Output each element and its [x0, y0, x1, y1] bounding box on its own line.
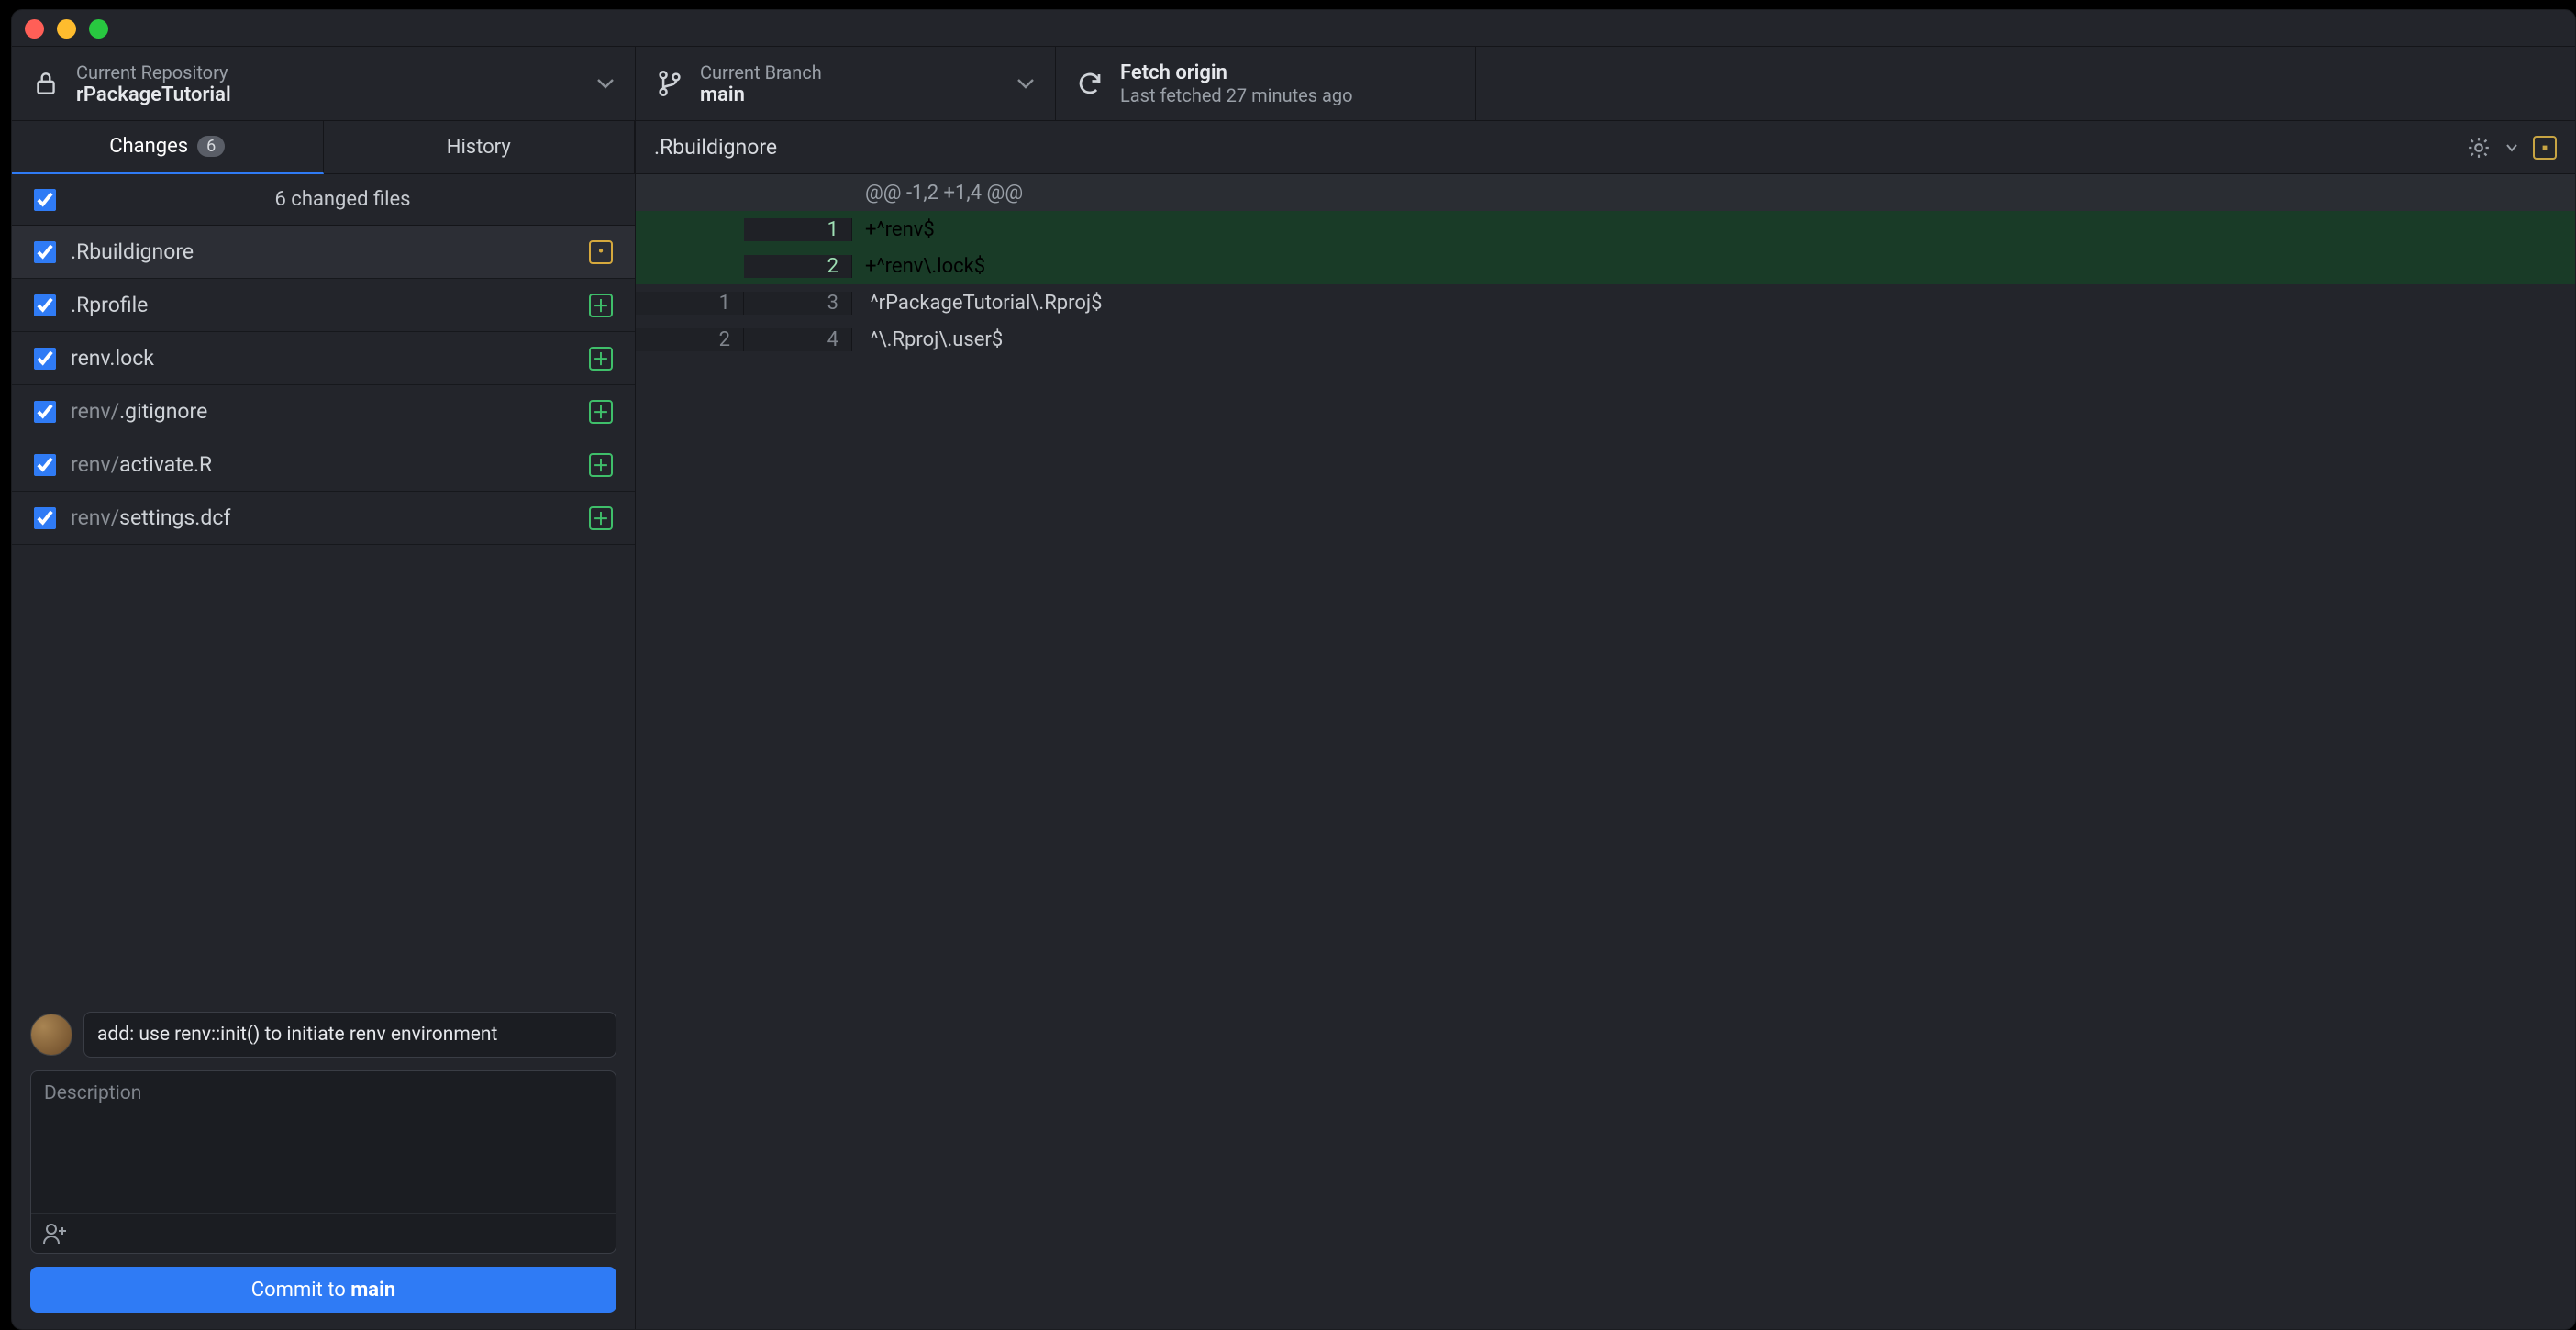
modified-icon: •	[589, 240, 613, 264]
diff-code: ^\.Rproj\.user$	[852, 328, 2575, 351]
repo-label: Current Repository	[76, 61, 231, 83]
new-line-number: 4	[744, 328, 852, 351]
sync-icon	[1076, 70, 1104, 97]
old-line-number: 1	[636, 292, 744, 315]
commit-panel: Commit to main	[12, 995, 635, 1329]
file-checkbox[interactable]	[34, 401, 56, 423]
body: Changes 6 History 6 changed files .Rbuil…	[12, 121, 2575, 1329]
added-icon: ＋	[589, 400, 613, 424]
toolbar: Current Repository rPackageTutorial Curr…	[12, 46, 2575, 121]
new-line-number: 3	[744, 292, 852, 315]
old-line-number: 2	[636, 328, 744, 351]
file-checkbox[interactable]	[34, 348, 56, 370]
file-name: renv/.gitignore	[71, 399, 574, 424]
file-checkbox[interactable]	[34, 507, 56, 529]
new-line-number: 1	[744, 218, 852, 241]
repo-name: rPackageTutorial	[76, 83, 231, 106]
tab-changes[interactable]: Changes 6	[12, 121, 324, 174]
file-row[interactable]: renv.lock ＋	[12, 332, 635, 385]
diff-line[interactable]: 24 ^\.Rproj\.user$	[636, 321, 2575, 358]
file-checkbox[interactable]	[34, 454, 56, 476]
commit-button[interactable]: Commit to main	[30, 1267, 616, 1313]
diff-line[interactable]: 1+^renv$	[636, 211, 2575, 248]
expand-diff-button[interactable]	[2533, 136, 2557, 160]
toggle-all-checkbox[interactable]	[34, 189, 56, 211]
file-name: .Rbuildignore	[71, 239, 574, 264]
commit-button-prefix: Commit to	[251, 1279, 350, 1302]
file-list: .Rbuildignore•.Rprofile＋renv.lock＋renv/.…	[12, 226, 635, 995]
changes-count-badge: 6	[197, 136, 225, 157]
lock-icon	[32, 70, 60, 97]
diff-code: ^rPackageTutorial\.Rproj$	[852, 292, 2575, 315]
current-branch-selector[interactable]: Current Branch main	[636, 47, 1056, 120]
chevron-down-icon	[1016, 78, 1035, 89]
added-icon: ＋	[589, 347, 613, 371]
current-repository-selector[interactable]: Current Repository rPackageTutorial	[12, 47, 636, 120]
git-branch-icon	[656, 70, 683, 97]
diff-panel: .Rbuildignore	[636, 121, 2575, 1329]
fetch-origin-button[interactable]: Fetch origin Last fetched 27 minutes ago	[1056, 47, 1476, 120]
file-row[interactable]: .Rprofile ＋	[12, 279, 635, 332]
branch-name: main	[700, 83, 822, 106]
chevron-down-icon	[596, 78, 615, 89]
added-icon: ＋	[589, 453, 613, 477]
added-icon: ＋	[589, 506, 613, 530]
diff-settings-button[interactable]	[2467, 136, 2491, 160]
branch-label: Current Branch	[700, 61, 822, 83]
file-name: .Rprofile	[71, 293, 574, 317]
diff-code: +^renv\.lock$	[852, 255, 2575, 278]
add-coauthor-icon[interactable]	[42, 1222, 70, 1246]
diff-file-header: .Rbuildignore	[636, 121, 2575, 174]
diff-code: +^renv$	[852, 218, 2575, 241]
file-name: renv.lock	[71, 346, 574, 371]
file-checkbox[interactable]	[34, 241, 56, 263]
file-name: renv/settings.dcf	[71, 505, 574, 530]
close-window-icon[interactable]	[25, 19, 44, 39]
file-row[interactable]: renv/.gitignore ＋	[12, 385, 635, 438]
added-icon: ＋	[589, 294, 613, 317]
tab-history-label: History	[447, 136, 511, 159]
chevron-down-icon[interactable]	[2505, 143, 2518, 152]
diff-body: @@ -1,2 +1,4 @@ 1+^renv$2+^renv\.lock$13…	[636, 174, 2575, 358]
diff-file-name: .Rbuildignore	[654, 135, 777, 160]
tab-history[interactable]: History	[324, 121, 636, 174]
file-row[interactable]: .Rbuildignore •	[12, 226, 635, 279]
fetch-title: Fetch origin	[1120, 61, 1353, 84]
sidebar: Changes 6 History 6 changed files .Rbuil…	[12, 121, 636, 1329]
diff-line[interactable]: 2+^renv\.lock$	[636, 248, 2575, 284]
avatar[interactable]	[30, 1014, 72, 1056]
new-line-number: 2	[744, 255, 852, 278]
diff-hunk-header: @@ -1,2 +1,4 @@	[636, 174, 2575, 211]
summary-text: 6 changed files	[72, 188, 613, 211]
file-row[interactable]: renv/settings.dcf ＋	[12, 492, 635, 545]
commit-button-branch: main	[350, 1279, 395, 1302]
app-window: Current Repository rPackageTutorial Curr…	[11, 9, 2576, 1330]
commit-description-input[interactable]	[31, 1071, 616, 1213]
sidebar-tabs: Changes 6 History	[12, 121, 635, 174]
commit-summary-input[interactable]	[83, 1012, 616, 1058]
window-controls	[12, 10, 2575, 46]
fetch-subtitle: Last fetched 27 minutes ago	[1120, 84, 1353, 106]
file-name: renv/activate.R	[71, 452, 574, 477]
diff-line[interactable]: 13 ^rPackageTutorial\.Rproj$	[636, 284, 2575, 321]
file-row[interactable]: renv/activate.R ＋	[12, 438, 635, 492]
changed-files-summary: 6 changed files	[12, 174, 635, 226]
tab-changes-label: Changes	[109, 135, 188, 158]
minimize-window-icon[interactable]	[57, 19, 76, 39]
hunk-text: @@ -1,2 +1,4 @@	[852, 182, 2575, 205]
maximize-window-icon[interactable]	[89, 19, 108, 39]
file-checkbox[interactable]	[34, 294, 56, 316]
